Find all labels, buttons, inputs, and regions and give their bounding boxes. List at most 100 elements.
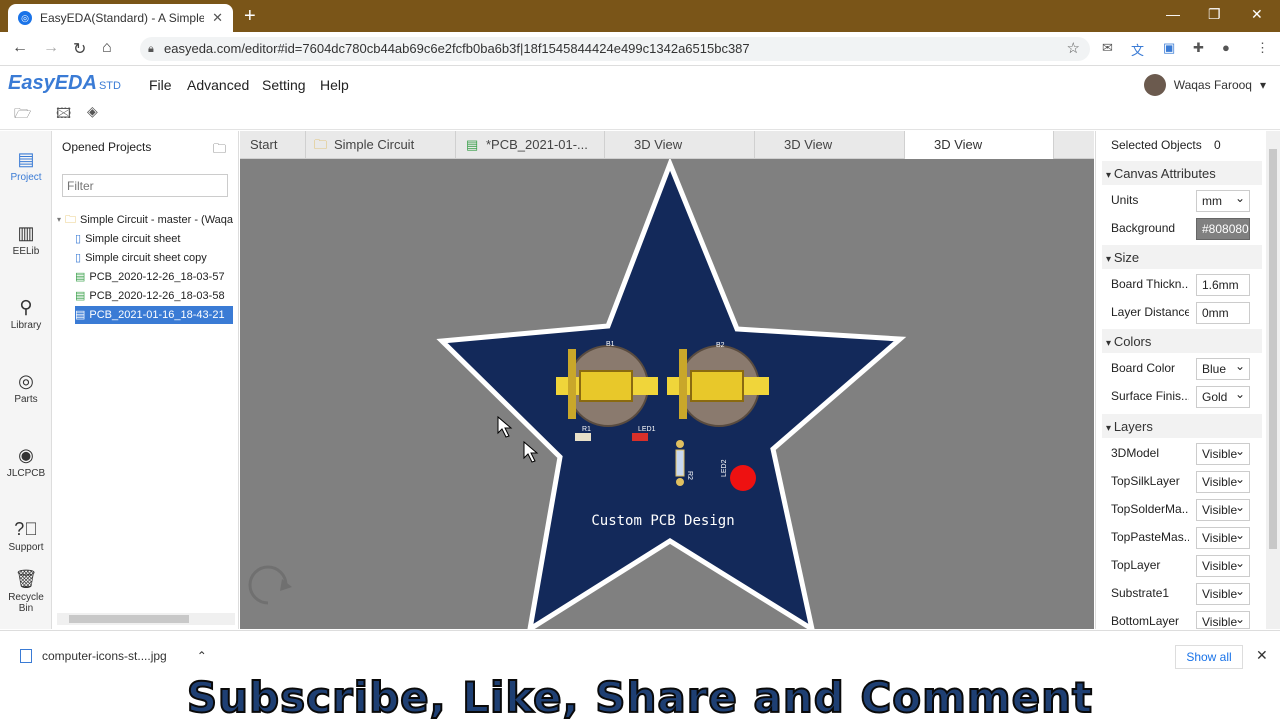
tab-3d-view-active[interactable]: 3D View: [905, 131, 1054, 159]
layer-visibility-select[interactable]: Visible: [1196, 443, 1250, 465]
rail-jlcpcb[interactable]: ◉ JLCPCB: [0, 445, 52, 479]
layer-visibility-select[interactable]: Visible: [1196, 583, 1250, 605]
extensions-puzzle-icon[interactable]: ✚: [1193, 40, 1204, 56]
layer-visibility-select[interactable]: Visible: [1196, 471, 1250, 493]
background-color-field[interactable]: #808080: [1196, 218, 1250, 240]
layer-label: Substrate1: [1111, 586, 1170, 600]
layers-icon[interactable]: ◈: [87, 103, 98, 120]
layer-distance-field[interactable]: 0mm: [1196, 302, 1250, 324]
folder-icon: 🗀: [314, 137, 328, 152]
url-field[interactable]: 🔒︎ easyeda.com/editor#id=7604dc780cb44ab…: [140, 37, 1090, 61]
rail-parts[interactable]: ◎ Parts: [0, 371, 52, 405]
tree-item-pcb[interactable]: ▤ PCB_2020-12-26_18-03-58: [75, 287, 239, 305]
close-downloads-icon[interactable]: ✕: [1256, 647, 1268, 664]
browser-tab-bar: ◎ EasyEDA(Standard) - A Simple an ✕ + — …: [0, 0, 1280, 32]
label-r1: R1: [582, 426, 591, 433]
close-tab-icon[interactable]: ✕: [212, 10, 223, 26]
open-folder-icon[interactable]: 🗁: [14, 103, 31, 127]
translate-extension-icon[interactable]: 文: [1131, 40, 1144, 59]
rail-project[interactable]: ▤ Project: [0, 149, 52, 183]
reload-icon[interactable]: ↻: [73, 39, 86, 59]
mail-extension-icon[interactable]: ✉: [1102, 40, 1113, 56]
vertical-scrollbar[interactable]: [1266, 131, 1280, 629]
surface-finish-select[interactable]: Gold: [1196, 386, 1250, 408]
browser-tab-title: EasyEDA(Standard) - A Simple an: [40, 11, 205, 25]
layer-visibility-select[interactable]: Visible: [1196, 499, 1250, 521]
user-menu[interactable]: Waqas Farooq ▾: [1143, 74, 1266, 96]
resistor-r1: [575, 433, 591, 441]
tree-root[interactable]: ▾ 🗀 Simple Circuit - master - (Waqa: [57, 211, 239, 229]
menu-advanced[interactable]: Advanced: [187, 77, 249, 93]
filter-input[interactable]: [62, 174, 228, 197]
layer-label: TopPasteMas...: [1111, 530, 1189, 544]
profile-icon[interactable]: ●: [1222, 40, 1230, 55]
maximize-icon[interactable]: ❐: [1208, 6, 1221, 23]
project-icon: ▤: [17, 149, 35, 169]
projects-panel: Opened Projects 🗀 ▾ 🗀 Simple Circuit - m…: [53, 131, 239, 629]
rail-recycle-bin[interactable]: 🗑︎ Recycle Bin: [0, 569, 52, 614]
schematic-icon: ▯: [75, 233, 82, 245]
tab-pcb[interactable]: ▤ *PCB_2021-01-...: [456, 131, 605, 159]
board-thickness-field[interactable]: 1.6mm: [1196, 274, 1250, 296]
horizontal-scrollbar[interactable]: [57, 613, 235, 625]
label-b2: B2: [716, 342, 725, 349]
units-label: Units: [1111, 193, 1139, 207]
download-item[interactable]: computer-icons-st....jpg ⌃: [20, 649, 207, 663]
tab-3d-view[interactable]: 3D View: [755, 131, 905, 159]
browser-tab[interactable]: ◎ EasyEDA(Standard) - A Simple an ✕: [8, 4, 233, 32]
eelib-icon: ▥: [17, 223, 35, 243]
tab-start[interactable]: Start: [240, 131, 306, 159]
board-color-select[interactable]: Blue: [1196, 358, 1250, 380]
section-layers[interactable]: Layers: [1106, 419, 1153, 434]
pcb-3d-render[interactable]: B1 B2 R1 LED1 R2 LED2 Custom PCB Design: [240, 159, 1094, 629]
layer-visibility-select[interactable]: Visible: [1196, 611, 1250, 629]
close-window-icon[interactable]: ✕: [1251, 6, 1263, 23]
tree-item-pcb-selected[interactable]: ▤ PCB_2021-01-16_18-43-21: [75, 306, 233, 324]
units-select[interactable]: mm: [1196, 190, 1250, 212]
image-icon[interactable]: 🖾: [56, 103, 71, 127]
lock-icon: 🔒︎: [148, 43, 154, 55]
scroll-thumb[interactable]: [69, 615, 189, 623]
scroll-thumb[interactable]: [1269, 149, 1277, 549]
avatar: [1143, 74, 1166, 96]
rail-support[interactable]: ?⃝ Support: [0, 519, 52, 553]
surface-finish-label: Surface Finis...: [1111, 389, 1189, 403]
rail-eelib[interactable]: ▥ EELib: [0, 223, 52, 257]
show-all-button[interactable]: Show all: [1175, 645, 1243, 669]
chevron-up-icon[interactable]: ⌃: [197, 649, 207, 663]
label-b1: B1: [606, 341, 615, 348]
layer-visibility-select[interactable]: Visible: [1196, 555, 1250, 577]
tab-3d-view[interactable]: 3D View: [605, 131, 755, 159]
back-icon[interactable]: ←: [12, 39, 28, 57]
forward-icon[interactable]: →: [43, 39, 59, 57]
file-icon: [20, 649, 32, 663]
bookmark-star-icon[interactable]: ☆: [1067, 37, 1080, 61]
support-icon: ?⃝: [14, 519, 38, 539]
layer-visibility-select[interactable]: Visible: [1196, 527, 1250, 549]
menu-file[interactable]: File: [149, 77, 172, 93]
tree-item-schematic[interactable]: ▯ Simple circuit sheet: [75, 230, 239, 248]
folder-icon[interactable]: 🗀: [213, 140, 226, 162]
menu-help[interactable]: Help: [320, 77, 349, 93]
label-led2: LED2: [721, 459, 728, 477]
section-canvas-attributes[interactable]: Canvas Attributes: [1106, 166, 1216, 181]
layer-distance-label: Layer Distance: [1111, 305, 1189, 319]
pcb-icon: ▤: [466, 137, 479, 152]
tree-item-schematic[interactable]: ▯ Simple circuit sheet copy: [75, 249, 239, 267]
layer-label: 3DModel: [1111, 446, 1160, 460]
rail-library[interactable]: ⚲ Library: [0, 297, 52, 331]
minimize-icon[interactable]: —: [1166, 6, 1180, 22]
section-colors[interactable]: Colors: [1106, 334, 1152, 349]
tree-item-pcb[interactable]: ▤ PCB_2020-12-26_18-03-57: [75, 268, 239, 286]
label-r2: R2: [686, 471, 693, 480]
rotate-view-icon[interactable]: [248, 565, 292, 605]
menu-setting[interactable]: Setting: [262, 77, 306, 93]
section-size[interactable]: Size: [1106, 250, 1139, 265]
3d-view-canvas[interactable]: B1 B2 R1 LED1 R2 LED2 Custom PCB Design: [240, 159, 1094, 629]
home-icon[interactable]: ⌂: [102, 39, 112, 57]
browser-menu-icon[interactable]: ⋮: [1256, 40, 1269, 56]
board-silkscreen-text: Custom PCB Design: [591, 513, 734, 529]
clipboard-extension-icon[interactable]: ▣: [1163, 40, 1175, 56]
tab-simple-circuit[interactable]: 🗀 Simple Circuit: [306, 131, 456, 159]
new-tab-icon[interactable]: +: [244, 5, 256, 28]
